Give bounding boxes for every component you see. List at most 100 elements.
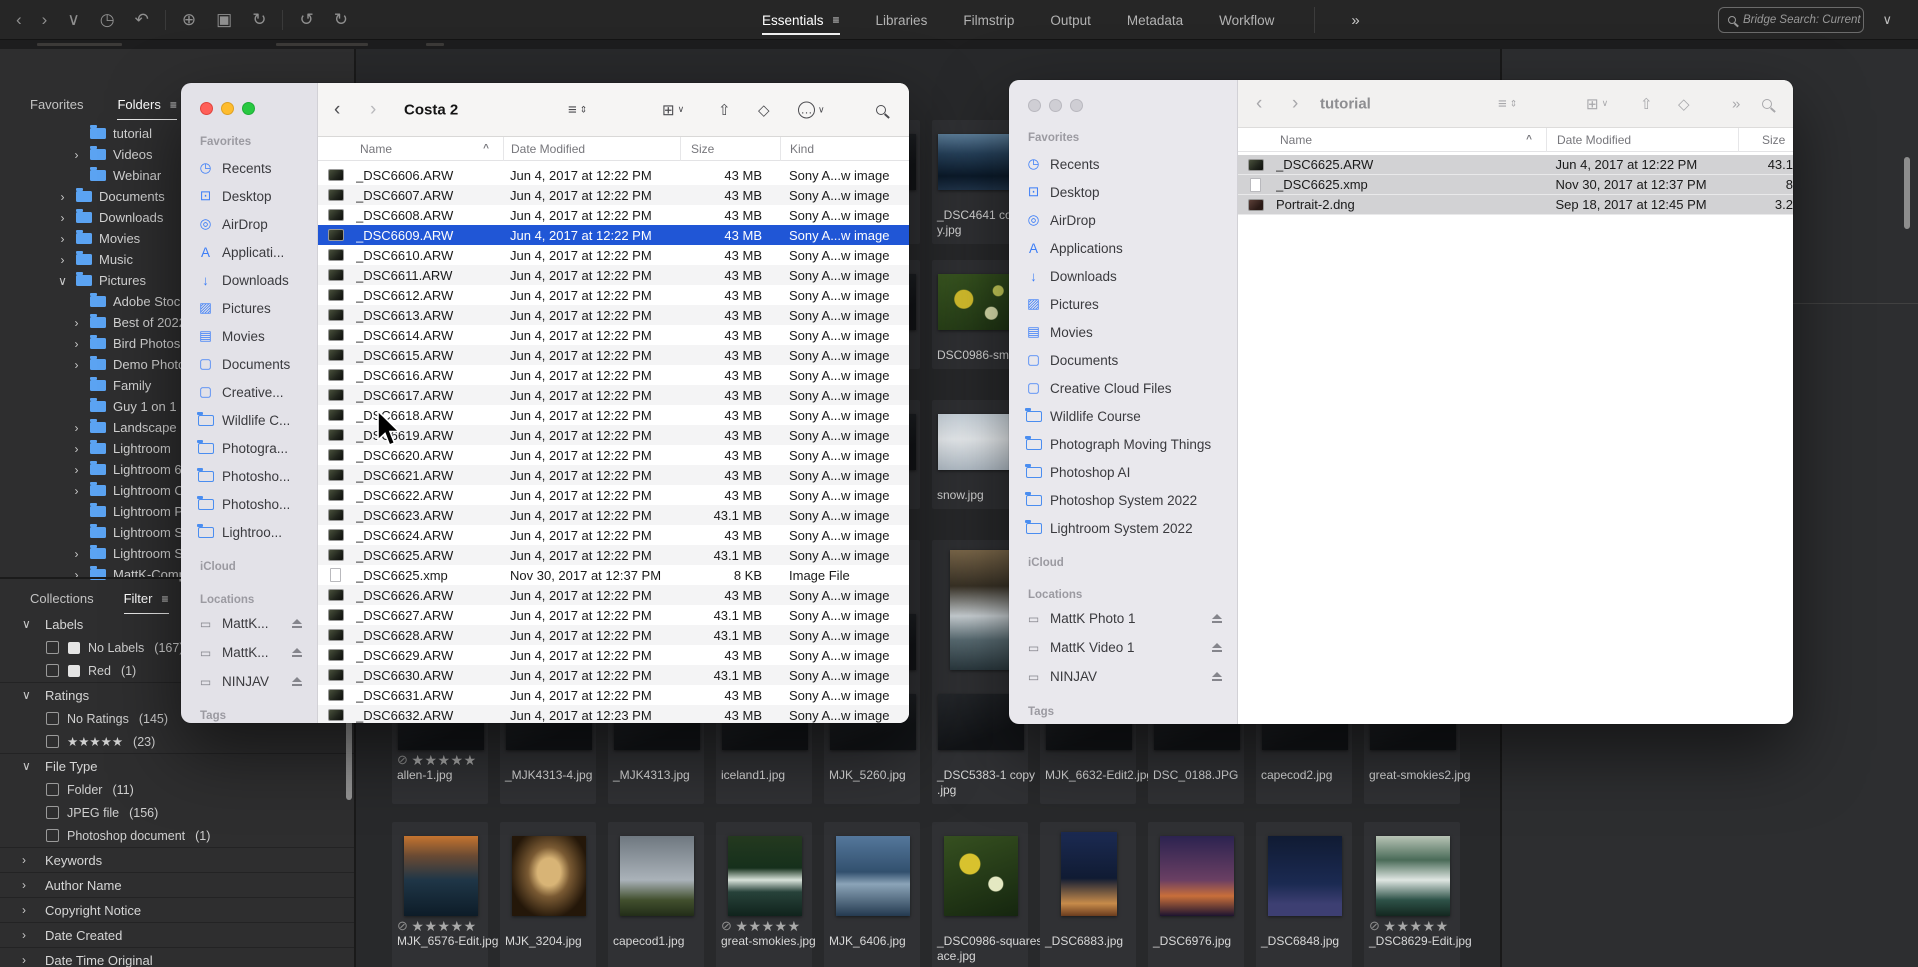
photo-thumbnail[interactable] (619, 836, 694, 916)
close-button[interactable] (200, 102, 213, 115)
section-chevron-icon[interactable]: › (22, 928, 32, 942)
rating-row[interactable] (613, 916, 700, 934)
file-row[interactable]: _DSC6622.ARW Jun 4, 2017 at 12:22 PM 43 … (318, 485, 909, 505)
rating-row[interactable] (1261, 916, 1348, 934)
section-chevron-icon[interactable]: › (22, 878, 32, 892)
copy-files-icon[interactable]: ▣ (216, 11, 232, 28)
photo-thumbnail[interactable] (727, 836, 802, 916)
photo-thumbnail[interactable] (1375, 836, 1450, 916)
rating-row[interactable]: ⊘ ★★★★★ (397, 916, 484, 934)
column-header-name[interactable]: Name ^ (1280, 128, 1546, 152)
sidebar-item[interactable]: Photograph Moving Things (1009, 430, 1237, 458)
thumbnail-cell[interactable]: ⊘ ★★★★★ great-smokies.jpg (716, 822, 816, 967)
back-icon[interactable]: ‹ (16, 11, 22, 28)
eject-icon[interactable] (291, 647, 303, 658)
workspace-tab[interactable]: Essentials ≡ (762, 0, 840, 40)
photo-thumbnail[interactable] (943, 836, 1018, 916)
eject-icon[interactable] (291, 676, 303, 687)
zoom-button[interactable] (242, 102, 255, 115)
panel-tab[interactable]: Collections (30, 591, 94, 612)
column-header-date[interactable]: Date Modified (1546, 127, 1738, 152)
share-icon[interactable]: ⇧ (718, 101, 731, 119)
file-row[interactable]: _DSC6625.xmp Nov 30, 2017 at 12:37 PM 8 … (318, 565, 909, 585)
sidebar-item[interactable]: Lightroo... (181, 518, 317, 546)
file-row[interactable]: _DSC6614.ARW Jun 4, 2017 at 12:22 PM 43 … (318, 325, 909, 345)
file-row[interactable]: _DSC6613.ARW Jun 4, 2017 at 12:22 PM 43 … (318, 305, 909, 325)
filter-section-header[interactable]: › Date Created (0, 923, 354, 947)
disclosure-chevron-icon[interactable]: ∨ (56, 274, 69, 288)
sidebar-item[interactable]: ▤ Movies (1009, 318, 1237, 346)
panel-menu-icon[interactable]: ≡ (161, 592, 168, 606)
zoom-button[interactable] (1070, 99, 1083, 112)
sidebar-item[interactable]: ▢ Documents (1009, 346, 1237, 374)
sidebar-item[interactable]: Wildlife C... (181, 406, 317, 434)
column-header-date[interactable]: Date Modified (503, 136, 680, 161)
file-row[interactable]: _DSC6623.ARW Jun 4, 2017 at 12:22 PM 43.… (318, 505, 909, 525)
list-view-icon[interactable]: ≡ ⇕ (568, 101, 587, 118)
section-chevron-icon[interactable]: › (22, 903, 32, 917)
file-row[interactable]: Portrait-2.dng Sep 18, 2017 at 12:45 PM … (1238, 195, 1793, 215)
sidebar-drive-item[interactable]: ▭ NINJAV (1009, 662, 1237, 691)
workspace-tab[interactable]: Output (1050, 0, 1091, 40)
file-row[interactable]: _DSC6615.ARW Jun 4, 2017 at 12:22 PM 43 … (318, 345, 909, 365)
window-title[interactable]: tutorial (1320, 95, 1371, 112)
eject-icon[interactable] (1211, 613, 1223, 624)
file-row[interactable]: _DSC6608.ARW Jun 4, 2017 at 12:22 PM 43 … (318, 205, 909, 225)
sidebar-item[interactable]: Lightroom System 2022 (1009, 514, 1237, 542)
back-icon[interactable]: ‹ (1256, 93, 1262, 115)
sidebar-item[interactable]: Photoshop AI (1009, 458, 1237, 486)
rating-row[interactable] (1045, 750, 1132, 768)
checkbox[interactable] (46, 829, 59, 842)
close-button[interactable] (1028, 99, 1041, 112)
photo-thumbnail[interactable] (949, 550, 1012, 670)
group-view-icon[interactable]: ⊞ ∨ (662, 101, 684, 119)
thumbnail-cell[interactable]: ⊘ ★★★★★ MJK_6576-Edit.jpg (392, 822, 498, 967)
toolbar-overflow-icon[interactable]: » (1732, 95, 1740, 112)
rating-row[interactable] (829, 916, 916, 934)
thumbnail-cell[interactable]: _DSC6883.jpg (1040, 822, 1136, 967)
filter-item[interactable]: Photoshop document (1) (0, 824, 354, 847)
disclosure-chevron-icon[interactable]: › (70, 148, 83, 162)
thumbnail-cell[interactable]: _DSC6848.jpg (1256, 822, 1352, 967)
disclosure-chevron-icon[interactable]: › (56, 190, 69, 204)
file-row[interactable]: _DSC6625.ARW Jun 4, 2017 at 12:22 PM 43.… (1238, 155, 1793, 175)
file-row[interactable]: _DSC6610.ARW Jun 4, 2017 at 12:22 PM 43 … (318, 245, 909, 265)
photo-thumbnail[interactable] (1159, 836, 1234, 916)
disclosure-chevron-icon[interactable]: › (70, 463, 83, 477)
sidebar-item[interactable]: ◎ AirDrop (1009, 206, 1237, 234)
file-row[interactable]: _DSC6617.ARW Jun 4, 2017 at 12:22 PM 43 … (318, 385, 909, 405)
share-icon[interactable]: ⇧ (1640, 95, 1653, 113)
file-row[interactable]: _DSC6616.ARW Jun 4, 2017 at 12:22 PM 43 … (318, 365, 909, 385)
more-actions-icon[interactable]: … ∨ (798, 101, 825, 118)
minimize-button[interactable] (221, 102, 234, 115)
sidebar-item[interactable]: A Applications (1009, 234, 1237, 262)
disclosure-chevron-icon[interactable]: › (56, 211, 69, 225)
photo-thumbnail[interactable] (1060, 832, 1117, 916)
rating-row[interactable] (1261, 750, 1348, 768)
rating-row[interactable] (1369, 750, 1456, 768)
workspace-tab[interactable]: Workflow (1219, 0, 1274, 40)
panel-scrollbar[interactable] (1904, 157, 1910, 229)
search-icon[interactable] (876, 104, 886, 115)
photo-thumbnail[interactable] (511, 836, 586, 916)
sidebar-item[interactable]: Photosho... (181, 462, 317, 490)
rating-row[interactable] (937, 750, 1024, 768)
rating-row[interactable] (937, 916, 1024, 934)
sidebar-item[interactable]: ▢ Creative Cloud Files (1009, 374, 1237, 402)
checkbox[interactable] (46, 641, 59, 654)
panel-tab[interactable]: Folders ≡ (117, 97, 178, 120)
workspace-tab[interactable]: Libraries (876, 0, 928, 40)
column-header-name[interactable]: Name ^ (360, 137, 503, 161)
filter-section-header[interactable]: › Copyright Notice (0, 898, 354, 922)
file-row[interactable]: _DSC6619.ARW Jun 4, 2017 at 12:22 PM 43 … (318, 425, 909, 445)
search-options-chevron-icon[interactable]: ∨ (1882, 12, 1892, 28)
sidebar-item[interactable]: ▢ Documents (181, 350, 317, 378)
filter-item[interactable]: ★★★★★ (23) (0, 730, 354, 753)
back-icon[interactable]: ‹ (334, 99, 340, 121)
file-row[interactable]: _DSC6630.ARW Jun 4, 2017 at 12:22 PM 43.… (318, 665, 909, 685)
column-header-size[interactable]: Size (1738, 127, 1793, 152)
checkbox[interactable] (46, 664, 59, 677)
checkbox[interactable] (46, 712, 59, 725)
file-row[interactable]: _DSC6624.ARW Jun 4, 2017 at 12:22 PM 43 … (318, 525, 909, 545)
sidebar-item[interactable]: ▨ Pictures (1009, 290, 1237, 318)
